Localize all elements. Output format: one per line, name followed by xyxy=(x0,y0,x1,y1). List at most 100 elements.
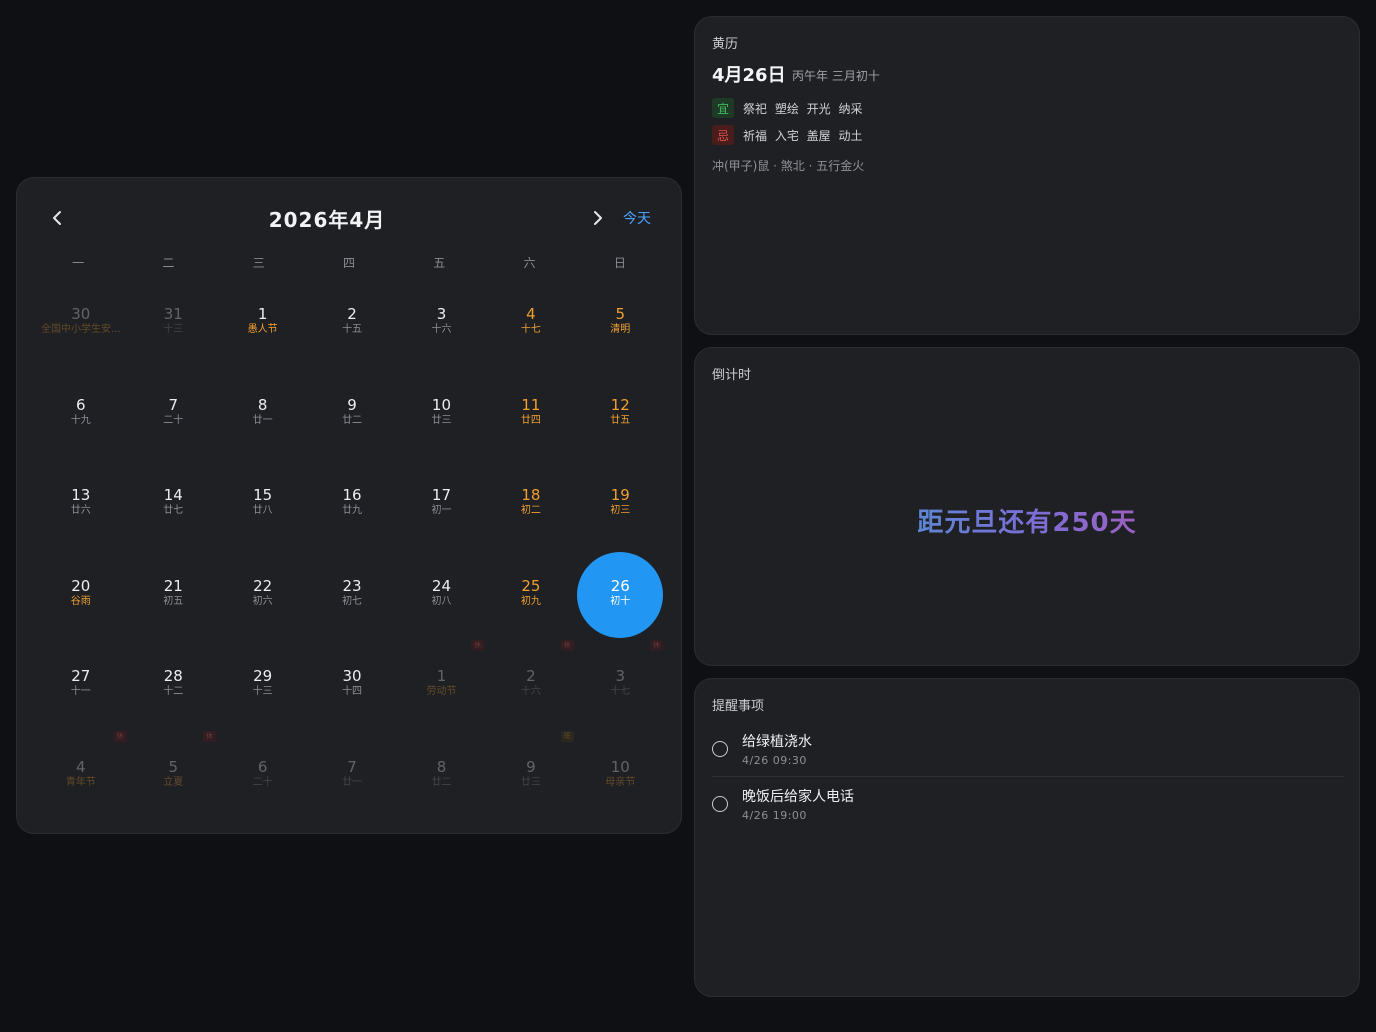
day-cell[interactable]: 22 初六 xyxy=(218,559,307,650)
day-cell[interactable]: 10 母亲节 xyxy=(576,740,665,831)
day-cell[interactable]: 16 廿九 xyxy=(307,468,396,559)
day-cell[interactable]: 28 十二 xyxy=(129,649,218,740)
day-lunar-label: 初三 xyxy=(610,505,631,516)
day-cell[interactable]: 13 廿六 xyxy=(33,468,129,559)
day-cell[interactable]: 23 初七 xyxy=(307,559,396,650)
day-cell[interactable]: 休 1 劳动节 xyxy=(397,640,486,740)
day-cell[interactable]: 3 十六 xyxy=(397,287,486,378)
next-month-button[interactable] xyxy=(584,204,612,232)
holiday-badge: 休 xyxy=(202,730,216,742)
day-lunar-label: 廿四 xyxy=(520,414,541,426)
day-cell[interactable]: 25 初九 xyxy=(486,559,575,650)
day-number: 21 xyxy=(163,576,183,595)
ji-items: 祈福 入宅 盖屋 动土 xyxy=(743,128,863,143)
yi-tag: 宜 xyxy=(712,98,734,118)
weekday-label: 六 xyxy=(523,256,536,270)
almanac-yi-row: 宜 祭祀 塑绘 开光 纳采 xyxy=(712,98,862,118)
day-cell[interactable]: 8 廿二 xyxy=(397,740,486,831)
day-cell[interactable]: 17 初一 xyxy=(397,468,486,559)
month-title: 2026年4月 xyxy=(268,208,386,232)
day-lunar-label: 廿八 xyxy=(252,505,273,516)
day-cell[interactable]: 5 清明 xyxy=(576,287,665,378)
almanac-lunar-date: 丙午年 三月初十 xyxy=(792,69,880,83)
day-cell[interactable]: 10 廿三 xyxy=(397,378,486,469)
day-lunar-label: 十七 xyxy=(610,686,631,697)
day-number: 16 xyxy=(342,486,362,504)
day-cell[interactable]: 休 5 立夏 xyxy=(129,730,218,831)
day-cell[interactable]: 2 十五 xyxy=(307,287,396,378)
day-number: 4 xyxy=(526,305,536,323)
day-number: 17 xyxy=(431,486,452,504)
weekday-label: 三 xyxy=(252,256,265,270)
day-number: 8 xyxy=(436,757,447,776)
day-cell[interactable]: 27 十一 xyxy=(33,649,129,740)
yi-items: 祭祀 塑绘 开光 纳采 xyxy=(743,101,863,116)
day-grid: 30 全国中小学生安... 31 十三 1 愚人节 2 十五 3 十六 4 十七 5 清明 6 十九 7 二十 8 廿… xyxy=(33,287,665,830)
day-number: 2 xyxy=(526,667,536,685)
calendar-header: 2026年4月 今天 xyxy=(17,178,681,258)
day-lunar-label: 初七 xyxy=(342,595,363,607)
day-cell[interactable]: 11 廿四 xyxy=(486,378,575,469)
day-number: 5 xyxy=(615,305,626,323)
reminder-checkbox[interactable] xyxy=(712,741,728,757)
day-cell[interactable]: 6 二十 xyxy=(218,740,307,831)
day-lunar-label: 十六 xyxy=(431,324,452,335)
holiday-badge: 休 xyxy=(560,640,574,651)
day-cell[interactable]: 12 廿五 xyxy=(576,378,665,469)
day-cell[interactable]: 1 愚人节 xyxy=(218,287,307,378)
day-cell[interactable]: 31 十三 xyxy=(129,287,218,378)
reminder-time: 4/26 09:30 xyxy=(742,754,807,767)
day-cell[interactable]: 7 二十 xyxy=(129,378,218,469)
day-number: 23 xyxy=(342,576,362,595)
day-cell[interactable]: 4 十七 xyxy=(486,287,575,378)
day-cell[interactable]: 休 2 十六 xyxy=(486,640,575,740)
today-button[interactable]: 今天 xyxy=(623,208,651,228)
day-lunar-label: 初五 xyxy=(163,595,184,607)
day-lunar-label: 十六 xyxy=(520,686,541,697)
day-cell[interactable]: 8 廿一 xyxy=(218,378,307,469)
calendar-card: 2026年4月 今天 一 二 三 四 五 六 日 30 全国中小学生安... 31 十… xyxy=(16,177,682,834)
day-number: 4 xyxy=(76,757,86,776)
day-cell[interactable]: 9 廿二 xyxy=(307,378,396,469)
day-cell[interactable]: 休 4 青年节 xyxy=(33,730,129,831)
day-number: 1 xyxy=(257,305,268,323)
day-cell[interactable]: 21 初五 xyxy=(129,559,218,650)
day-lunar-label: 初十 xyxy=(610,595,631,607)
day-lunar-label: 廿三 xyxy=(520,776,541,788)
day-cell[interactable]: 29 十三 xyxy=(218,649,307,740)
day-cell[interactable]: 30 全国中小学生安... xyxy=(33,287,129,378)
day-cell[interactable]: 18 初二 xyxy=(486,468,575,559)
holiday-badge: 休 xyxy=(471,640,485,651)
day-number: 9 xyxy=(347,395,357,414)
weekday-label: 二 xyxy=(162,256,175,270)
day-cell[interactable]: 19 初三 xyxy=(576,468,665,559)
day-number: 8 xyxy=(257,395,268,414)
day-cell[interactable]: 15 廿八 xyxy=(218,468,307,559)
day-number: 25 xyxy=(521,576,541,595)
day-cell[interactable]: 6 十九 xyxy=(33,378,129,469)
divider xyxy=(712,776,1344,777)
day-lunar-label: 十三 xyxy=(163,324,184,335)
day-cell[interactable]: 30 十四 xyxy=(307,649,396,740)
chevron-right-icon xyxy=(594,211,602,225)
reminder-item[interactable]: 晚饭后给家人电话 4/26 19:00 xyxy=(712,784,1344,839)
day-cell[interactable]: 24 初八 xyxy=(397,559,486,650)
day-number: 24 xyxy=(431,576,452,595)
almanac-title: 黄历 xyxy=(712,37,739,52)
day-lunar-label: 清明 xyxy=(610,324,631,335)
holiday-badge: 休 xyxy=(113,730,127,742)
day-cell[interactable]: 7 廿一 xyxy=(307,740,396,831)
day-cell[interactable]: 休 3 十七 xyxy=(576,640,665,740)
reminder-checkbox[interactable] xyxy=(712,796,728,812)
day-number: 6 xyxy=(257,757,268,776)
day-number: 11 xyxy=(521,395,541,414)
day-lunar-label: 立夏 xyxy=(163,776,184,788)
day-number: 31 xyxy=(163,305,183,323)
day-lunar-label: 廿一 xyxy=(252,414,273,426)
day-cell[interactable]: 14 廿七 xyxy=(129,468,218,559)
countdown-text: 距元旦还有250天 xyxy=(695,502,1359,539)
day-cell-selected[interactable]: 26 初十 xyxy=(576,551,665,650)
day-cell[interactable]: 班 9 廿三 xyxy=(486,730,575,831)
day-lunar-label: 廿五 xyxy=(610,414,631,426)
day-cell[interactable]: 20 谷雨 xyxy=(33,559,129,650)
